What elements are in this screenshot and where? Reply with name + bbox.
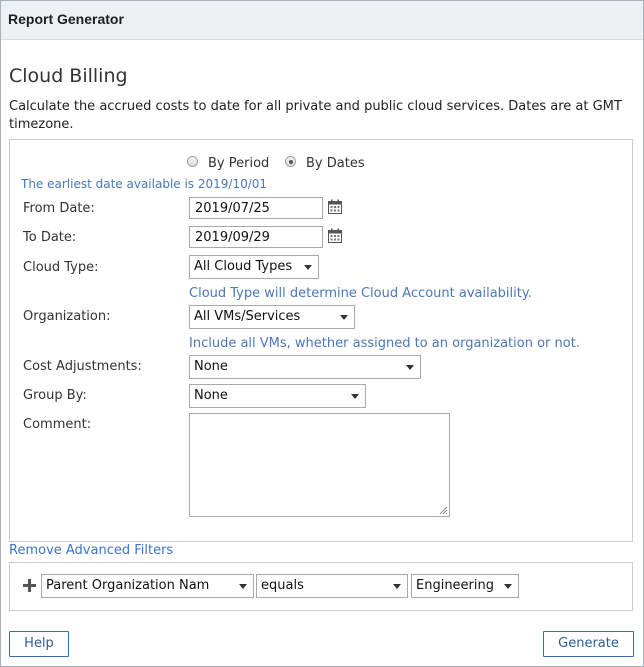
calendar-icon[interactable]	[328, 199, 342, 214]
organization-hint: Include all VMs, whether assigned to an …	[189, 336, 580, 351]
chevron-down-icon	[340, 315, 348, 320]
group-by-value: None	[194, 388, 228, 403]
chevron-down-icon	[351, 394, 359, 399]
comment-textarea[interactable]	[189, 413, 450, 517]
generate-button[interactable]: Generate	[543, 631, 634, 657]
to-date-input[interactable]: 2019/09/29	[189, 226, 323, 248]
from-date-label: From Date:	[23, 201, 95, 216]
organization-label: Organization:	[23, 309, 111, 324]
organization-value: All VMs/Services	[194, 309, 301, 324]
calendar-icon[interactable]	[328, 228, 342, 243]
comment-label: Comment:	[23, 417, 92, 432]
cloud-type-select[interactable]: All Cloud Types	[189, 255, 319, 279]
chevron-down-icon	[304, 265, 312, 270]
chevron-down-icon	[393, 584, 401, 589]
cost-adjustments-value: None	[194, 359, 228, 374]
help-button[interactable]: Help	[9, 631, 69, 657]
window-title: Report Generator	[1, 1, 643, 40]
chevron-down-icon	[406, 365, 414, 370]
cost-adjustments-select[interactable]: None	[189, 355, 421, 379]
report-form-panel: By Period By Dates The earliest date ava…	[9, 139, 633, 542]
by-dates-radio[interactable]	[285, 156, 296, 167]
cloud-type-label: Cloud Type:	[23, 260, 99, 275]
filter-operator-select[interactable]: equals	[256, 574, 408, 598]
group-by-label: Group By:	[23, 388, 87, 403]
resize-grip-icon[interactable]	[439, 506, 448, 515]
cost-adjustments-label: Cost Adjustments:	[23, 359, 142, 374]
cloud-type-hint: Cloud Type will determine Cloud Account …	[189, 286, 532, 301]
by-period-label[interactable]: By Period	[208, 156, 269, 171]
group-by-select[interactable]: None	[189, 384, 366, 408]
chevron-down-icon	[239, 584, 247, 589]
by-dates-label[interactable]: By Dates	[306, 156, 365, 171]
filter-value-select[interactable]: Engineering	[411, 574, 519, 598]
page-description: Calculate the accrued costs to date for …	[9, 99, 622, 132]
page-title: Cloud Billing	[9, 65, 128, 87]
from-date-input[interactable]: 2019/07/25	[189, 197, 323, 219]
cloud-type-value: All Cloud Types	[194, 259, 293, 274]
to-date-label: To Date:	[23, 230, 77, 245]
chevron-down-icon	[504, 584, 512, 589]
advanced-filters-panel: Parent Organization Nam equals Engineeri…	[9, 562, 633, 611]
earliest-date-note: The earliest date available is 2019/10/0…	[21, 177, 268, 191]
organization-select[interactable]: All VMs/Services	[189, 305, 355, 329]
remove-advanced-filters-link[interactable]: Remove Advanced Filters	[9, 543, 173, 558]
filter-value-value: Engineering	[416, 578, 494, 593]
by-period-radio[interactable]	[187, 156, 198, 167]
plus-icon[interactable]	[23, 579, 36, 592]
report-generator-window: Report Generator Cloud Billing Calculate…	[0, 0, 644, 667]
filter-field-select[interactable]: Parent Organization Nam	[41, 574, 254, 598]
filter-field-value: Parent Organization Nam	[46, 578, 210, 593]
filter-operator-value: equals	[261, 578, 304, 593]
